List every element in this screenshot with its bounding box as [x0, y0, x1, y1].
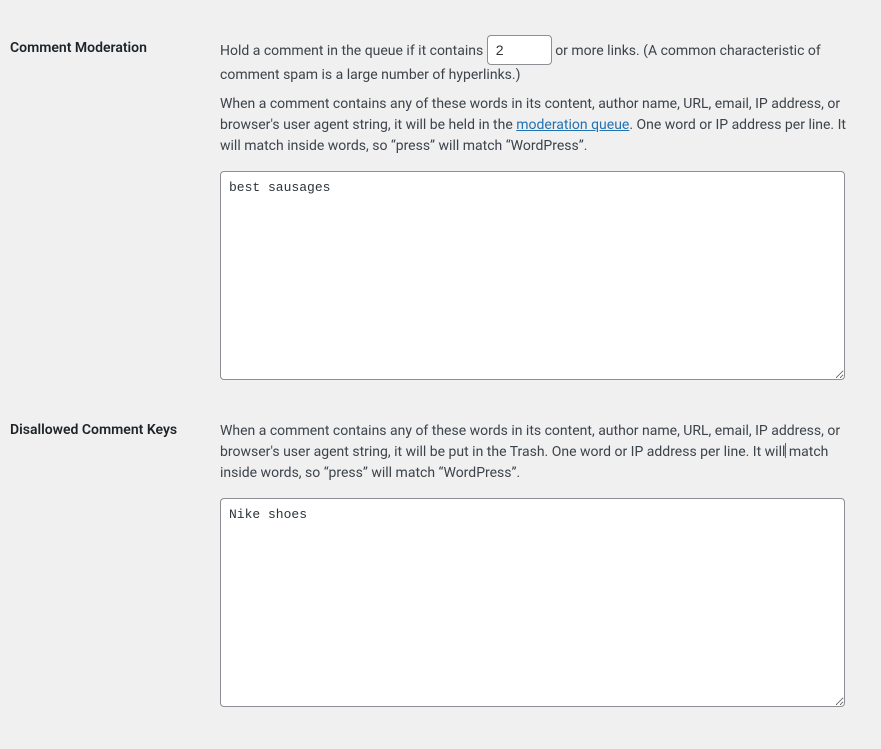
- max-links-input[interactable]: [487, 35, 552, 65]
- comment-moderation-cell: Hold a comment in the queue if it contai…: [210, 20, 871, 402]
- disallowed-keys-cell: When a comment contains any of these wor…: [210, 402, 871, 729]
- disallowed-description: When a comment contains any of these wor…: [220, 421, 861, 484]
- disallowed-desc-a: When a comment contains any of these wor…: [220, 423, 840, 460]
- hold-prefix-text: Hold a comment in the queue if it contai…: [220, 43, 487, 59]
- text-cursor: l: [782, 442, 785, 463]
- comment-moderation-label: Comment Moderation: [10, 20, 210, 402]
- hold-links-paragraph: Hold a comment in the queue if it contai…: [220, 35, 861, 86]
- moderation-queue-link[interactable]: moderation queue: [516, 117, 629, 133]
- settings-form-table: Comment Moderation Hold a comment in the…: [10, 20, 871, 729]
- comment-moderation-row: Comment Moderation Hold a comment in the…: [10, 20, 871, 402]
- disallowed-keys-label: Disallowed Comment Keys: [10, 402, 210, 729]
- moderation-keys-textarea[interactable]: [220, 171, 845, 380]
- disallowed-keys-textarea[interactable]: [220, 498, 845, 707]
- moderation-description: When a comment contains any of these wor…: [220, 94, 861, 157]
- disallowed-keys-row: Disallowed Comment Keys When a comment c…: [10, 402, 871, 729]
